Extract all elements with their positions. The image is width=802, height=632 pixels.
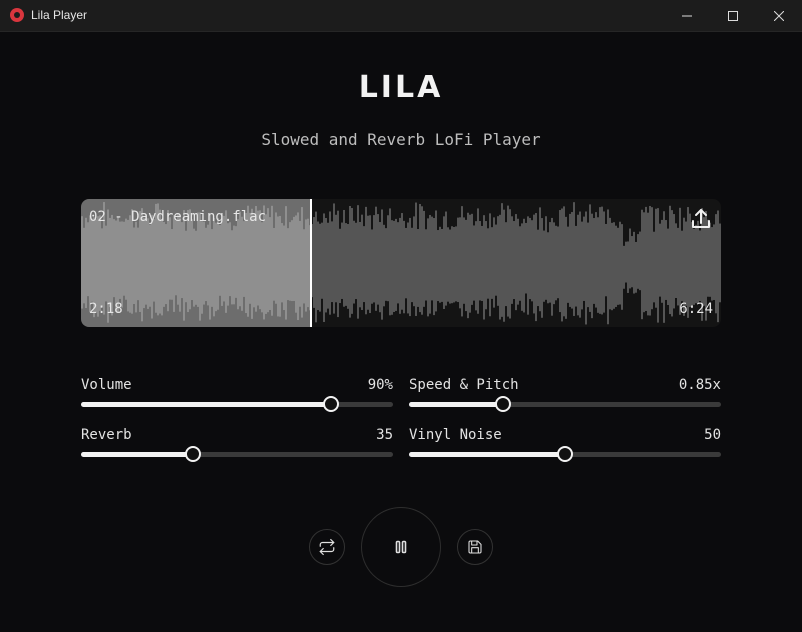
window-title: Lila Player: [31, 8, 88, 22]
maximize-button[interactable]: [710, 0, 756, 32]
slider-track[interactable]: [81, 396, 393, 412]
slider-track[interactable]: [409, 396, 721, 412]
close-icon: [774, 11, 784, 21]
repeat-icon: [319, 538, 335, 556]
slider-thumb[interactable]: [557, 446, 573, 462]
slider-thumb[interactable]: [185, 446, 202, 462]
minimize-button[interactable]: [664, 0, 710, 32]
minimize-icon: [682, 15, 692, 17]
title-bar: Lila Player: [0, 0, 802, 32]
current-time: 2:18: [89, 301, 123, 317]
play-pause-button[interactable]: [361, 507, 441, 587]
slider-track[interactable]: [409, 446, 721, 462]
total-time: 6:24: [679, 301, 713, 317]
app-subtitle: Slowed and Reverb LoFi Player: [261, 130, 541, 149]
slider-value: 35: [376, 427, 393, 443]
slider-label: Volume: [81, 377, 132, 393]
app-logo: LILA: [358, 70, 444, 105]
slider-value: 0.85x: [678, 377, 721, 393]
save-icon: [468, 540, 482, 554]
upload-icon: [692, 209, 710, 228]
slider-label: Reverb: [81, 427, 132, 443]
speed-pitch-slider[interactable]: Speed & Pitch 0.85x: [409, 377, 721, 417]
pause-icon: [395, 540, 407, 554]
close-button[interactable]: [756, 0, 802, 32]
maximize-icon: [728, 11, 738, 21]
volume-slider[interactable]: Volume 90%: [81, 377, 393, 417]
waveform-seekbar[interactable]: 02 - Daydreaming.flac 2:18 6:24: [81, 199, 721, 327]
slider-thumb[interactable]: [494, 396, 511, 412]
upload-button[interactable]: [689, 207, 713, 231]
slider-label: Speed & Pitch: [409, 377, 519, 393]
slider-value: 50: [704, 427, 721, 443]
app-icon: [10, 8, 24, 22]
save-button[interactable]: [457, 529, 493, 565]
slider-value: 90%: [367, 377, 393, 393]
track-name: 02 - Daydreaming.flac: [89, 209, 267, 225]
repeat-button[interactable]: [309, 529, 345, 565]
reverb-slider[interactable]: Reverb 35: [81, 427, 393, 467]
slider-label: Vinyl Noise: [409, 427, 502, 443]
vinyl-noise-slider[interactable]: Vinyl Noise 50: [409, 427, 721, 467]
slider-track[interactable]: [81, 446, 393, 462]
slider-thumb[interactable]: [322, 396, 339, 412]
